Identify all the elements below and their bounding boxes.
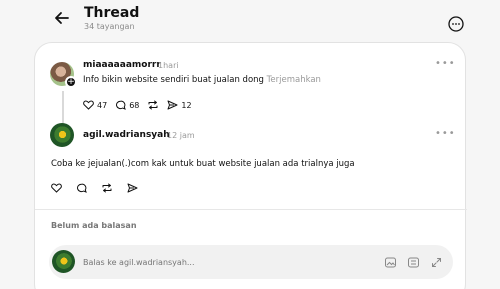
view-count: 34 tayangan [84, 22, 135, 31]
comment-button[interactable]: 68 [115, 99, 139, 111]
reply-input[interactable] [83, 256, 313, 269]
post-more-icon[interactable]: ••• [435, 59, 456, 69]
heart-icon [51, 183, 62, 193]
reply-time: 12 jam [167, 131, 195, 140]
comment-icon [115, 100, 126, 110]
thread-card: + miaaaaaamorrr 1hari ••• Info bikin web… [34, 42, 467, 289]
back-arrow-icon[interactable] [52, 8, 72, 28]
heart-icon [83, 100, 94, 110]
share-count: 12 [181, 100, 192, 110]
send-icon [127, 183, 138, 193]
translate-link[interactable]: Terjemahkan [267, 75, 321, 85]
like-count: 47 [97, 100, 108, 110]
no-replies-label: Belum ada balasan [51, 221, 137, 230]
post-time: 1hari [158, 61, 179, 70]
reply-more-icon[interactable]: ••• [435, 129, 456, 139]
post-actions: 47 68 12 [83, 99, 192, 111]
thread-header: Thread 34 tayangan [0, 0, 500, 42]
reply-avatar[interactable] [50, 123, 74, 147]
reply-like-button[interactable] [51, 182, 62, 194]
reply-comment-button[interactable] [76, 182, 87, 194]
reply-share-button[interactable] [127, 182, 138, 194]
post-username[interactable]: miaaaaaamorrr [83, 60, 161, 71]
composer-tools [384, 254, 443, 273]
plus-icon[interactable]: + [65, 76, 77, 88]
comment-icon [76, 183, 87, 193]
repost-button[interactable] [147, 99, 159, 111]
like-button[interactable]: 47 [83, 99, 107, 111]
repost-icon [147, 100, 159, 110]
more-options-icon[interactable] [447, 15, 465, 33]
expand-icon[interactable] [430, 254, 443, 273]
reply-repost-button[interactable] [101, 182, 113, 194]
gif-icon[interactable] [407, 254, 420, 273]
composer-avatar [52, 250, 75, 273]
share-button[interactable]: 12 [167, 99, 192, 111]
page-title: Thread [84, 5, 140, 21]
post-text: Info bikin website sendiri buat jualan d… [83, 75, 321, 86]
send-icon [167, 100, 178, 110]
image-icon[interactable] [384, 254, 397, 273]
reply-text: Coba ke jejualan(.)com kak untuk buat we… [51, 159, 355, 169]
reply-composer[interactable] [49, 245, 453, 279]
comment-count: 68 [129, 100, 140, 110]
repost-icon [101, 183, 113, 193]
reply-actions [51, 182, 138, 194]
reply-username[interactable]: agil.wadriansyah [83, 130, 170, 141]
post-text-content: Info bikin website sendiri buat jualan d… [83, 75, 264, 85]
section-divider [35, 209, 467, 210]
